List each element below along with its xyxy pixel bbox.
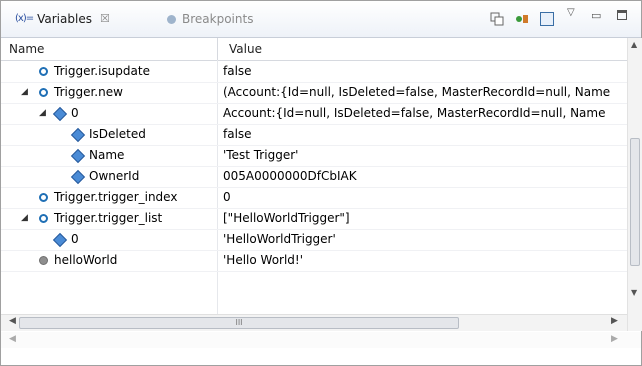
local-variable-icon (39, 256, 48, 265)
variable-value: 'Test Trigger' (223, 148, 299, 162)
close-icon[interactable]: ☒ (100, 7, 110, 31)
field-icon (39, 67, 48, 76)
view-tab-bar: (x)= Variables ☒ Breakpoints ▽ ▭ (1, 1, 641, 38)
field-icon (39, 88, 48, 97)
table-row[interactable]: ◢ Trigger.trigger_list ["HelloWorldTrigg… (1, 208, 627, 230)
variable-name: 0 (52, 229, 79, 250)
variable-value: (Account:{Id=null, IsDeleted=false, Mast… (223, 85, 611, 99)
scroll-left-icon[interactable]: ◀ (9, 316, 16, 326)
minimize-icon[interactable]: ▭ (591, 9, 605, 23)
table-row[interactable]: IsDeleted false (1, 124, 627, 146)
tab-breakpoints[interactable]: Breakpoints (167, 7, 253, 31)
variable-name: Trigger.new (39, 82, 123, 103)
table-row[interactable]: Trigger.trigger_index 0 (1, 187, 627, 209)
field-icon (70, 148, 86, 163)
variables-view: (x)= Variables ☒ Breakpoints ▽ ▭ Name Va… (0, 0, 642, 366)
field-icon (39, 214, 48, 223)
variable-value: false (223, 64, 252, 78)
vertical-scrollbar[interactable]: ▲ ▼ (627, 38, 642, 331)
variable-name: Trigger.isupdate (39, 61, 150, 82)
variable-value: Account:{Id=null, IsDeleted=false, Maste… (223, 106, 606, 120)
scrollbar-thumb[interactable] (630, 138, 640, 266)
breakpoints-icon (167, 14, 176, 24)
collapse-all-icon[interactable] (490, 12, 504, 26)
variable-value: 005A0000000DfCbIAK (223, 169, 357, 183)
variable-name: OwnerId (70, 166, 139, 187)
variable-value: false (223, 127, 252, 141)
table-row[interactable]: OwnerId 005A0000000DfCbIAK (1, 166, 627, 188)
tab-variables-label: Variables (37, 12, 92, 26)
table-row[interactable]: helloWorld 'Hello World!' (1, 250, 627, 272)
field-icon (70, 169, 86, 184)
expand-twisty-icon[interactable]: ◢ (21, 208, 28, 229)
field-icon (39, 193, 48, 202)
variable-value: 0 (223, 190, 231, 204)
table-row[interactable]: ◢ Trigger.new (Account:{Id=null, IsDelet… (1, 82, 627, 104)
tab-variables[interactable]: (x)= Variables ☒ (15, 7, 110, 31)
table-row[interactable]: Name 'Test Trigger' (1, 145, 627, 167)
show-type-names-icon[interactable] (515, 12, 529, 26)
maximize-icon[interactable] (617, 10, 627, 20)
scroll-left-icon[interactable]: ◀ (9, 334, 16, 344)
table-header: Name Value (1, 38, 627, 61)
horizontal-scrollbar-outer[interactable]: ◀ ▶ (1, 332, 641, 348)
scrollbar-grip: III (235, 318, 243, 327)
column-divider[interactable] (217, 38, 218, 60)
variable-name: Name (70, 145, 124, 166)
table-row[interactable]: ◢ 0 Account:{Id=null, IsDeleted=false, M… (1, 103, 627, 125)
variable-name: 0 (52, 103, 79, 124)
column-header-name[interactable]: Name (9, 38, 44, 60)
variable-name: helloWorld (39, 250, 117, 271)
field-icon (70, 127, 86, 142)
column-header-value[interactable]: Value (229, 38, 262, 60)
scroll-down-icon[interactable]: ▼ (631, 288, 637, 297)
variable-name: IsDeleted (70, 124, 146, 145)
variable-value: 'Hello World!' (223, 253, 304, 267)
tab-breakpoints-label: Breakpoints (182, 12, 254, 26)
layout-icon[interactable] (540, 12, 554, 26)
view-menu-icon[interactable]: ▽ (567, 7, 581, 21)
variables-table: Name Value Trigger.isupdate false ◢ Trig… (1, 38, 627, 331)
expand-twisty-icon[interactable]: ◢ (21, 82, 28, 103)
variable-value: 'HelloWorldTrigger' (223, 232, 336, 246)
scroll-right-icon[interactable]: ▶ (611, 334, 618, 344)
variables-icon: (x)= (15, 13, 34, 24)
variable-name: Trigger.trigger_list (39, 208, 162, 229)
variable-name: Trigger.trigger_index (39, 187, 177, 208)
element-icon (52, 106, 68, 121)
horizontal-scrollbar-inner[interactable]: ◀ III ▶ (1, 314, 627, 331)
scroll-up-icon[interactable]: ▲ (631, 40, 637, 49)
scrollbar-thumb[interactable]: III (19, 317, 459, 329)
element-icon (52, 232, 68, 247)
variable-value: ["HelloWorldTrigger"] (223, 211, 350, 225)
table-row[interactable]: 0 'HelloWorldTrigger' (1, 229, 627, 251)
scroll-right-icon[interactable]: ▶ (611, 316, 618, 326)
table-row[interactable]: Trigger.isupdate false (1, 61, 627, 83)
expand-twisty-icon[interactable]: ◢ (39, 103, 46, 124)
